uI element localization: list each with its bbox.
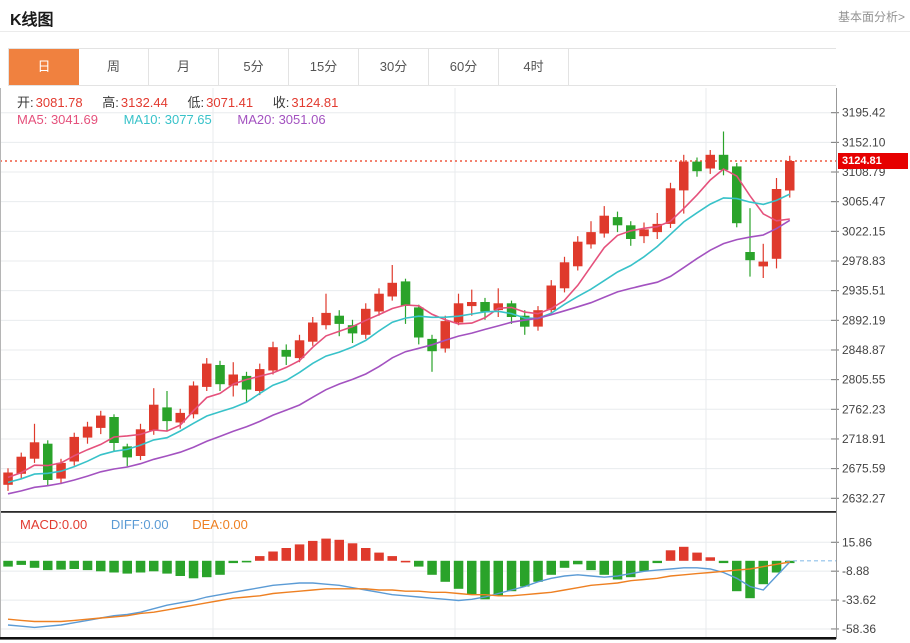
candle [493, 288, 503, 317]
svg-text:3022.15: 3022.15 [842, 224, 886, 238]
svg-text:2632.27: 2632.27 [842, 491, 886, 505]
candle [732, 163, 742, 228]
svg-text:-8.88: -8.88 [842, 564, 870, 578]
candle [255, 363, 265, 396]
candle [241, 371, 252, 402]
candle [612, 211, 623, 233]
candle [467, 289, 477, 316]
close-label: 收: [272, 95, 290, 110]
candle [69, 432, 79, 466]
candle [281, 344, 291, 365]
svg-text:3152.10: 3152.10 [842, 135, 886, 149]
svg-text:2718.91: 2718.91 [842, 432, 886, 446]
svg-text:3065.47: 3065.47 [842, 195, 886, 209]
candle [771, 178, 782, 269]
candle [16, 452, 26, 479]
candle [414, 304, 424, 345]
ma20-legend: MA20: 3051.06 [237, 112, 326, 127]
candle [109, 414, 119, 452]
candle [387, 265, 397, 301]
candle [785, 155, 795, 198]
candle [96, 410, 106, 435]
ohlc-row: 开: 3081.78 高: 3132.44 低: 3071.41 收: 3124.81 [17, 92, 354, 111]
candle [374, 288, 384, 316]
candle [162, 391, 172, 431]
candle [427, 334, 437, 372]
candle [599, 206, 609, 238]
low-value: 3071.41 [206, 95, 254, 110]
candle [3, 468, 13, 491]
candle [135, 423, 146, 461]
svg-text:2675.59: 2675.59 [842, 462, 886, 476]
candle [228, 362, 238, 397]
candle [559, 256, 570, 293]
svg-text:2848.87: 2848.87 [842, 343, 886, 357]
svg-text:2978.83: 2978.83 [842, 254, 886, 268]
candle [82, 421, 93, 444]
svg-text:2892.19: 2892.19 [842, 313, 886, 327]
diff-legend: DIFF:0.00 [110, 517, 169, 532]
candle [29, 423, 40, 463]
candle [520, 310, 530, 335]
candle [43, 440, 53, 487]
candle [149, 388, 159, 435]
open-label: 开: [17, 95, 34, 110]
svg-text:-33.62: -33.62 [842, 593, 876, 607]
candle [573, 236, 583, 271]
close-value: 3124.81 [291, 95, 339, 110]
candle [321, 293, 331, 330]
high-label: 高: [102, 95, 119, 110]
candle [705, 150, 715, 174]
svg-text:2805.55: 2805.55 [842, 373, 886, 387]
svg-text:3195.42: 3195.42 [842, 106, 886, 120]
svg-text:2935.51: 2935.51 [842, 284, 886, 298]
svg-text:15.86: 15.86 [842, 535, 872, 549]
candle [347, 319, 358, 343]
candle [639, 222, 649, 244]
candle [626, 221, 636, 246]
svg-text:2762.23: 2762.23 [842, 402, 886, 416]
high-value: 3132.44 [120, 95, 168, 110]
candle [215, 360, 225, 391]
macd-legend-row: MACD:0.00 DIFF:0.00 DEA:0.00 [20, 517, 268, 532]
candle [586, 221, 596, 249]
candle [188, 381, 199, 419]
kline-page: K线图 基本面分析> 日周月 5分 15分 30分 60分 4时 3195.42 3152.… [0, 0, 910, 643]
candle [308, 317, 318, 346]
candle [268, 341, 278, 375]
current-price-badge: 3124.81 [838, 153, 908, 169]
svg-text:-58.36: -58.36 [842, 622, 876, 636]
dea-legend: DEA:0.00 [192, 517, 248, 532]
low-label: 低: [187, 95, 205, 110]
candle [122, 443, 132, 467]
macd-legend: MACD:0.00 [20, 517, 88, 532]
ma10-legend: MA10: 3077.65 [123, 112, 212, 127]
candle [202, 358, 212, 391]
candle [745, 208, 755, 277]
ma5-legend: MA5: 3041.69 [17, 112, 98, 127]
open-value: 3081.78 [35, 95, 83, 110]
candle [480, 297, 490, 320]
ma-legend-row: MA5: 3041.69 MA10: 3077.65 MA20: 3051.06 [17, 112, 348, 127]
